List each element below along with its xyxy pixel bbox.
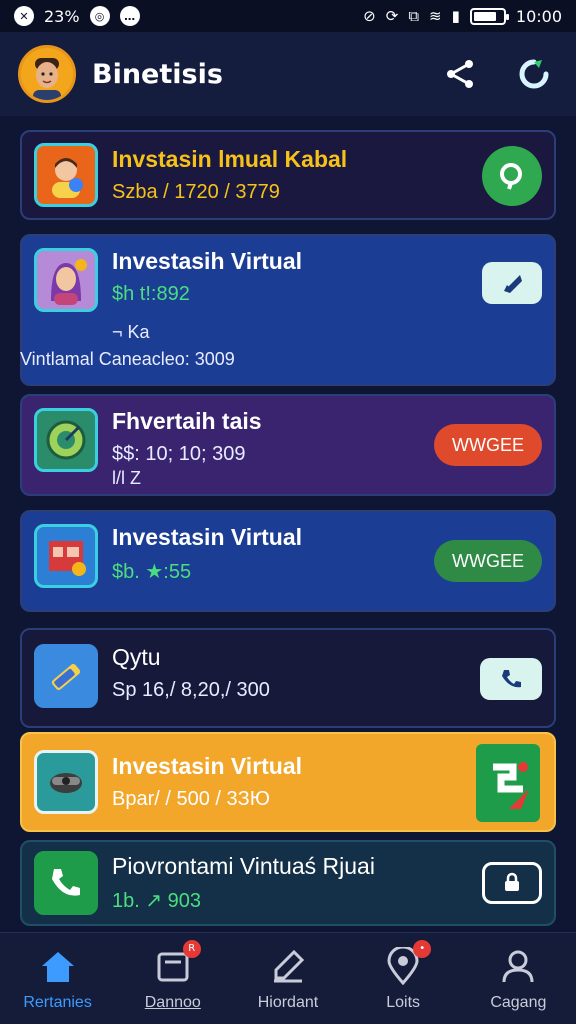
card-title: Invstasin lmual Kabal [112, 146, 348, 172]
location-icon: • [381, 939, 432, 986]
app-header: Binetisis [0, 32, 576, 116]
alarm-icon: ⊘ [363, 7, 376, 25]
edit-icon [482, 262, 542, 304]
vibrate-icon: ⧉ [408, 7, 420, 25]
card-note: l/l Z [112, 468, 141, 488]
card-title: Piovrontami Vintuaś Rjuai [112, 853, 375, 879]
battery-percent: 23% [44, 6, 80, 26]
status-bar: ✕ 23% ◎ … ⊘ ⟳ ⧉ ≋ ▮ 10:00 [0, 0, 576, 32]
share-icon[interactable] [436, 50, 484, 98]
bottom-nav: Rertanies R Dannoo Hiordant • Loits Caga… [0, 932, 576, 1024]
nav-item-loits[interactable]: • Loits [348, 939, 458, 1012]
nav-label: Hiordant [257, 993, 319, 1011]
clock: 10:00 [515, 6, 562, 26]
send-button[interactable] [476, 744, 540, 822]
nav-item-cagang[interactable]: Cagang [463, 946, 573, 1012]
list-item[interactable]: Piovrontami Vintuaś Rjuai 1b. ↗ 903 [20, 840, 556, 926]
device-icon [34, 750, 98, 814]
lock-icon [482, 862, 542, 904]
nav-item-rertanies[interactable]: Rertanies [3, 946, 113, 1012]
call-button[interactable] [480, 658, 542, 700]
search-icon [482, 146, 542, 206]
avatar-icon [34, 143, 98, 207]
list-item[interactable]: Fhvertaih tais $$: 10; 10; 309 l/l Z WWG… [20, 394, 556, 496]
list-item[interactable]: Investasin Virtual Bpar/ / 500 / 3ЗЮ [20, 732, 556, 832]
avatar-icon [34, 248, 98, 312]
list-item[interactable]: Qytu Sp 16,/ 8,20,/ 300 [20, 628, 556, 728]
edit-button[interactable] [482, 262, 542, 304]
nav-label: Cagang [490, 993, 547, 1011]
phone-icon [480, 658, 542, 700]
card-subtitle: Szba / 1720 / 3779 [112, 181, 280, 203]
wwgee-label: WWGEE [434, 540, 542, 582]
list-item[interactable]: Investasin Virtual $b. ★:55 WWGEE [20, 510, 556, 612]
wwgee-button[interactable]: WWGEE [434, 540, 542, 582]
nav-item-hiordant[interactable]: Hiordant [233, 946, 343, 1012]
app-title: Binetisis [92, 58, 223, 90]
nav-label: Dannoo [144, 993, 201, 1011]
wifi-icon: ≋ [429, 7, 442, 25]
sync-icon: ⟳ [385, 7, 399, 25]
card-subtitle: 1b. ↗ 903 [112, 890, 202, 912]
home-icon [36, 946, 80, 986]
target-icon [34, 408, 98, 472]
signal-icon: ▮ [451, 7, 460, 25]
card-detail: Vintlamal Caneacleo: 3009 [20, 349, 235, 369]
avatar-face-icon [21, 48, 73, 100]
card-title: Investasih Virtual [112, 248, 303, 274]
refresh-icon[interactable] [510, 50, 558, 98]
card-subtitle: $h t!:892 [112, 283, 190, 305]
list-item[interactable]: Investasih Virtual $h t!:892 ¬ Ka Vintla… [20, 234, 556, 386]
card-subtitle: Sp 16,/ 8,20,/ 300 [112, 679, 270, 701]
pencil-icon [266, 946, 310, 986]
card-title: Qytu [112, 644, 161, 670]
chat-icon: … [119, 6, 140, 26]
wwgee-button[interactable]: WWGEE [434, 424, 542, 466]
app-icon: ◎ [89, 6, 110, 26]
search-button[interactable] [482, 146, 542, 206]
battery-tool-icon [34, 644, 98, 708]
list-item[interactable]: Invstasin lmual Kabal Szba / 1720 / 3779 [20, 130, 556, 220]
nav-label: Loits [386, 993, 421, 1011]
nav-label: Rertanies [23, 993, 92, 1011]
nav-badge: • [413, 939, 432, 958]
card-note: ¬ Ka [112, 322, 150, 342]
send-icon [476, 744, 540, 822]
battery-icon [469, 7, 509, 25]
notification-icon: ✕ [14, 6, 34, 26]
archive-icon: R [151, 939, 201, 986]
avatar[interactable] [18, 45, 76, 103]
nav-badge: R [182, 939, 201, 958]
lock-button[interactable] [482, 862, 542, 904]
wwgee-label: WWGEE [434, 424, 542, 466]
user-icon [496, 946, 540, 986]
nav-item-dannoo[interactable]: R Dannoo [118, 939, 228, 1012]
store-icon [34, 524, 98, 588]
phone-call-icon [34, 851, 98, 915]
